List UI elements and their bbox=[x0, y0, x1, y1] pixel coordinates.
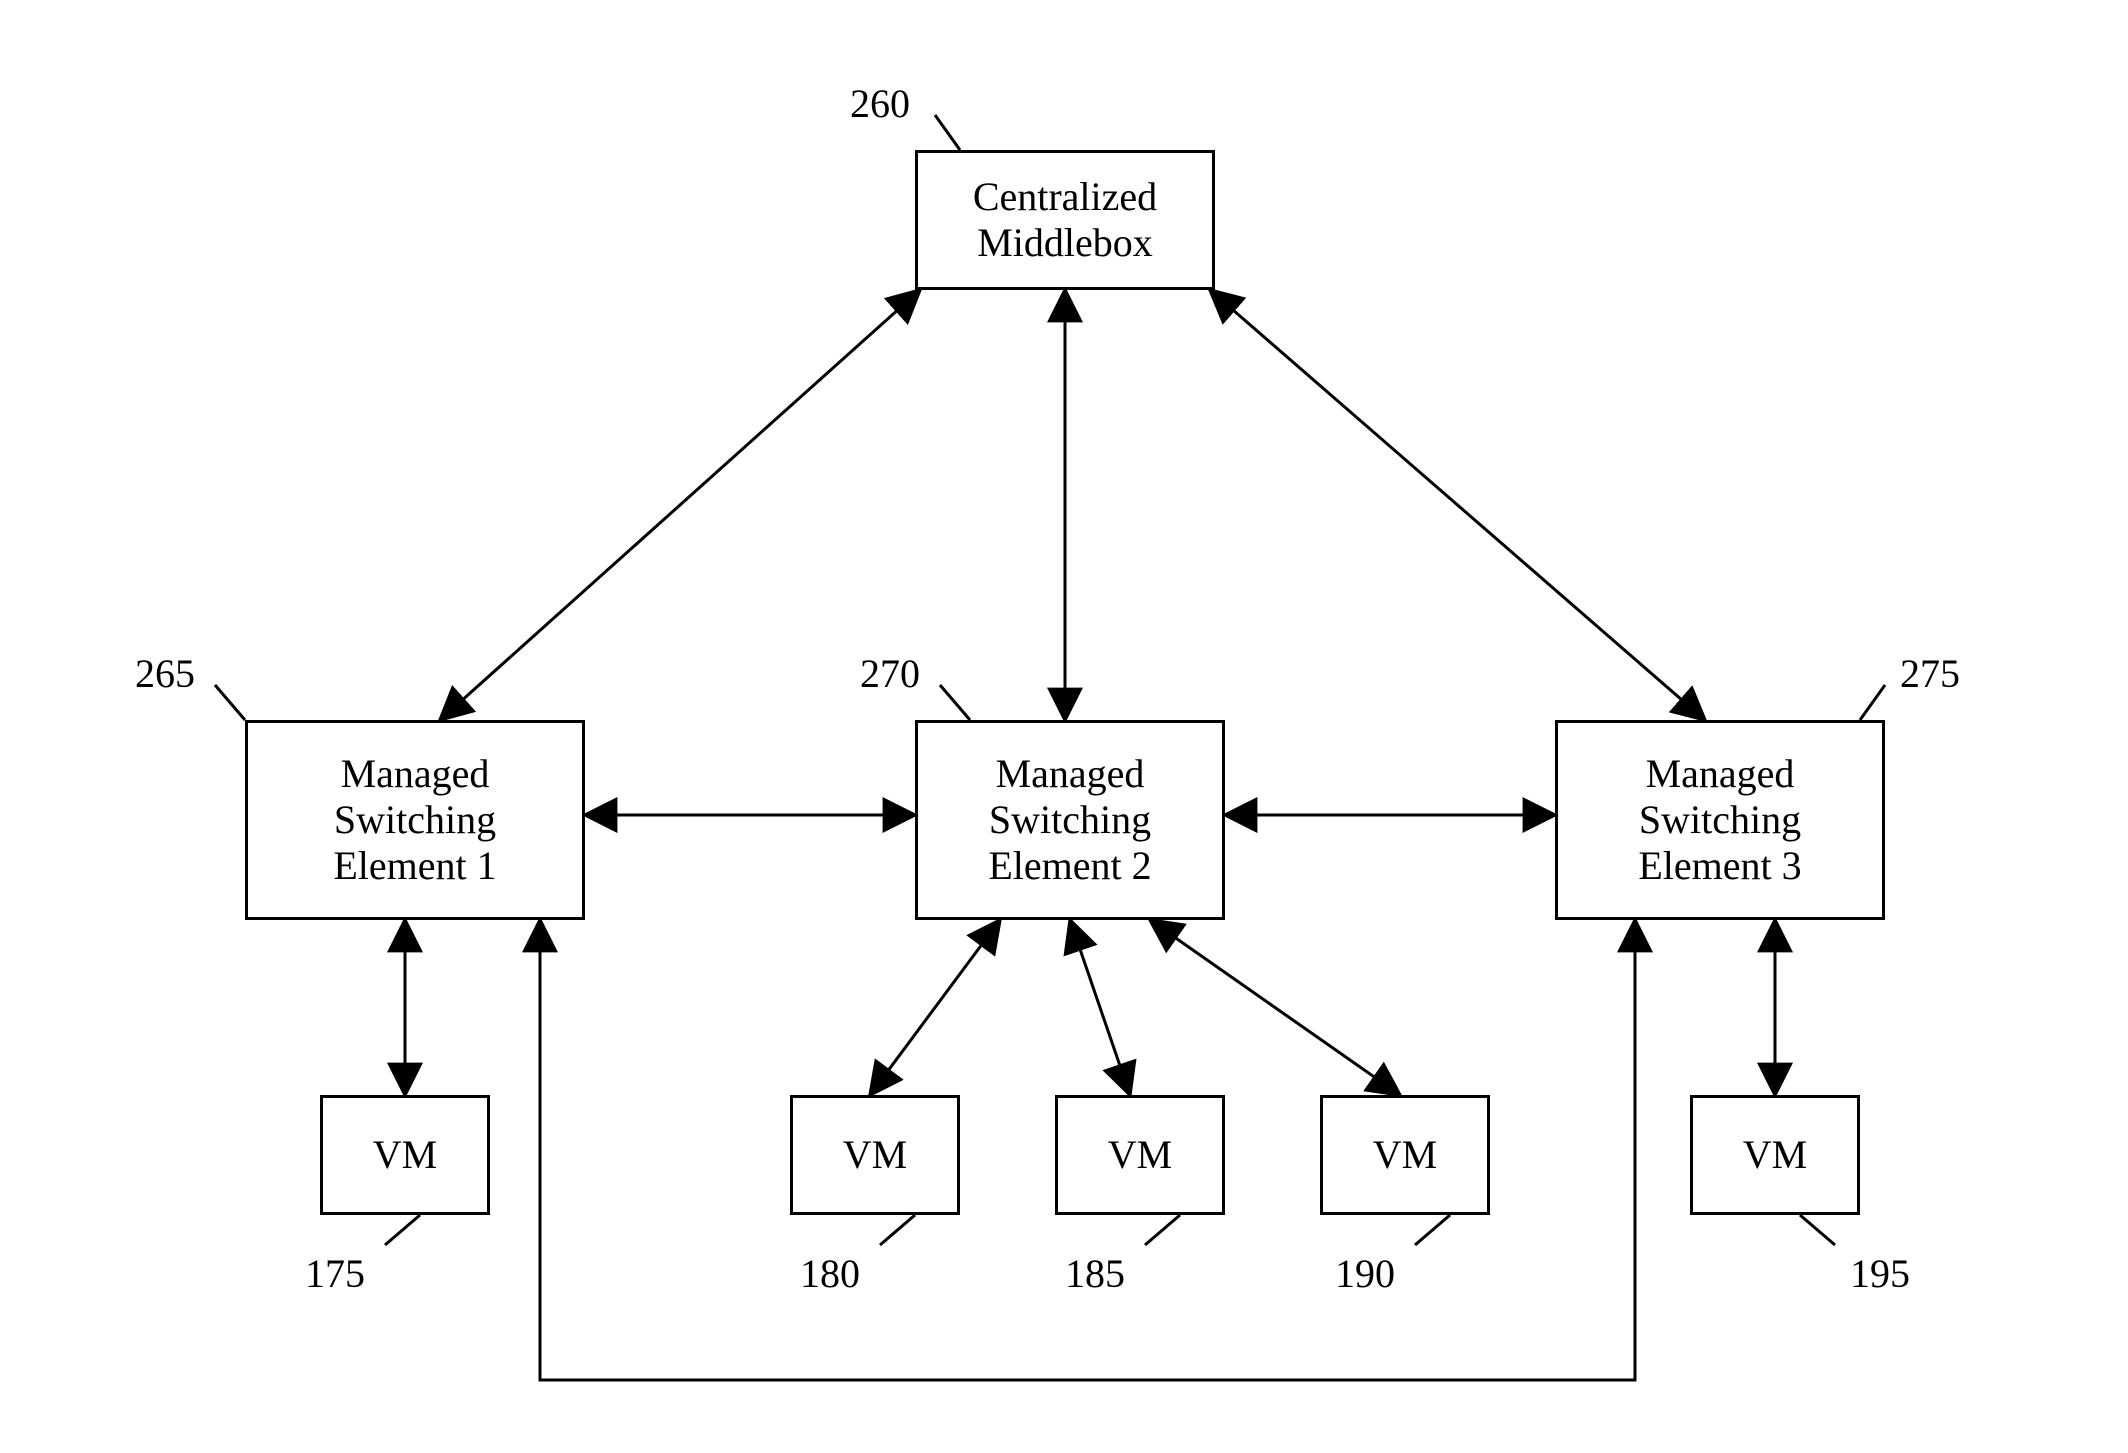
leader-195 bbox=[1800, 1215, 1835, 1245]
node-vm185: VM bbox=[1055, 1095, 1225, 1215]
ref-195: 195 bbox=[1850, 1250, 1910, 1297]
node-mse1: Managed Switching Element 1 bbox=[245, 720, 585, 920]
middlebox-line2: Middlebox bbox=[977, 220, 1153, 265]
edge-mse2-vm180 bbox=[870, 920, 1000, 1095]
ref-265: 265 bbox=[135, 650, 195, 697]
node-vm175: VM bbox=[320, 1095, 490, 1215]
ref-185: 185 bbox=[1065, 1250, 1125, 1297]
mse1-line3: Element 1 bbox=[333, 843, 496, 888]
ref-175: 175 bbox=[305, 1250, 365, 1297]
middlebox-line1: Centralized bbox=[973, 174, 1157, 219]
mse3-line3: Element 3 bbox=[1638, 843, 1801, 888]
mse1-line2: Switching bbox=[334, 797, 496, 842]
mse2-line1: Managed bbox=[996, 751, 1145, 796]
ref-275: 275 bbox=[1900, 650, 1960, 697]
node-mse3: Managed Switching Element 3 bbox=[1555, 720, 1885, 920]
vm195-label: VM bbox=[1743, 1132, 1807, 1178]
mse2-line2: Switching bbox=[989, 797, 1151, 842]
node-mse2: Managed Switching Element 2 bbox=[915, 720, 1225, 920]
node-vm190: VM bbox=[1320, 1095, 1490, 1215]
mse2-line3: Element 2 bbox=[988, 843, 1151, 888]
ref-180: 180 bbox=[800, 1250, 860, 1297]
vm185-label: VM bbox=[1108, 1132, 1172, 1178]
ref-270: 270 bbox=[860, 650, 920, 697]
mse1-line1: Managed bbox=[341, 751, 490, 796]
leader-190 bbox=[1415, 1215, 1450, 1245]
edge-middlebox-mse3 bbox=[1210, 290, 1705, 720]
leader-175 bbox=[385, 1215, 420, 1245]
node-vm195: VM bbox=[1690, 1095, 1860, 1215]
diagram-canvas: Centralized Middlebox 260 Managed Switch… bbox=[0, 0, 2128, 1453]
edge-middlebox-mse1 bbox=[440, 290, 920, 720]
ref-190: 190 bbox=[1335, 1250, 1395, 1297]
leader-180 bbox=[880, 1215, 915, 1245]
vm190-label: VM bbox=[1373, 1132, 1437, 1178]
mse3-line1: Managed bbox=[1646, 751, 1795, 796]
mse3-line2: Switching bbox=[1639, 797, 1801, 842]
ref-260: 260 bbox=[850, 80, 910, 127]
leader-260 bbox=[935, 115, 960, 150]
vm175-label: VM bbox=[373, 1132, 437, 1178]
leader-270 bbox=[940, 685, 970, 720]
leader-265 bbox=[215, 685, 245, 720]
vm180-label: VM bbox=[843, 1132, 907, 1178]
leader-275 bbox=[1860, 685, 1885, 720]
node-middlebox: Centralized Middlebox bbox=[915, 150, 1215, 290]
edge-mse2-vm190 bbox=[1150, 920, 1400, 1095]
leader-185 bbox=[1145, 1215, 1180, 1245]
edge-mse2-vm185 bbox=[1070, 920, 1130, 1095]
node-vm180: VM bbox=[790, 1095, 960, 1215]
